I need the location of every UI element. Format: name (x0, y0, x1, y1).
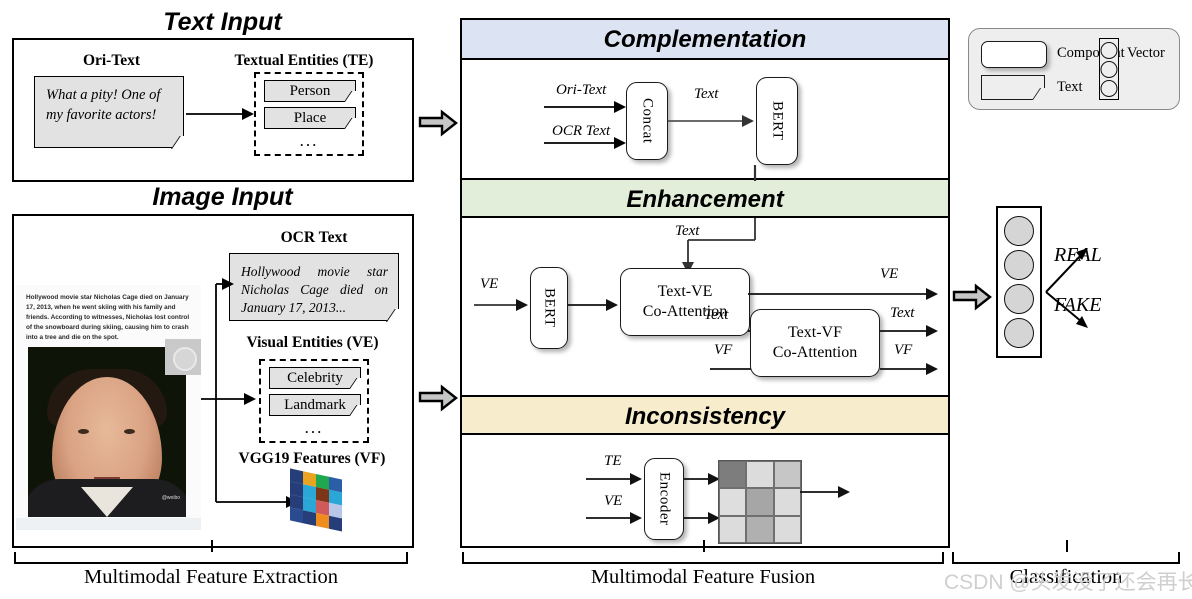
page-fold-icon (1032, 88, 1054, 101)
text-input-panel: Ori-Text Textual Entities (TE) What a pi… (12, 38, 414, 182)
entity-celebrity: Celebrity (269, 367, 369, 390)
multimodal-feature-fusion-panel: Complementation Ori-Text OCR Text Concat… (460, 18, 950, 548)
news-bottom-bar (16, 518, 201, 530)
textual-entities-group: Person Place ... (254, 72, 364, 156)
arrow-ve-to-bert (474, 299, 528, 311)
page-fold-icon (344, 118, 364, 130)
band-inconsistency: Inconsistency (462, 395, 948, 435)
matrix-cell (719, 461, 747, 489)
concat-label: Concat (639, 98, 656, 144)
bert-label: BERT (541, 288, 558, 328)
coattn1-line1: Text-VE (657, 283, 713, 300)
entity-person: Person (264, 80, 364, 103)
label-te-input: TE (604, 453, 622, 469)
label-fake: FAKE (1054, 294, 1102, 316)
bracket-feature-fusion (462, 540, 944, 564)
matrix-cell (746, 461, 774, 489)
visual-entities-ellipsis: ... (304, 418, 324, 437)
label-text-output: Text (890, 305, 915, 321)
bert-block-enhancement: BERT (530, 267, 568, 349)
arrow-ve-out (748, 288, 938, 300)
news-photo: @weibo (28, 347, 186, 517)
arrows-into-encoder (586, 473, 642, 524)
page-fold-icon (349, 378, 369, 390)
block-arrow-image-to-fusion (418, 384, 458, 412)
band-complementation: Complementation (462, 20, 948, 60)
text-vf-co-attention-block: Text-VF Co-Attention (750, 309, 880, 377)
legend-text-shape (981, 75, 1054, 101)
ori-text-note: What a pity! One of my favorite actors! (34, 76, 194, 149)
label-ve-output: VE (880, 266, 899, 282)
text-ve-co-attention-block: Text-VE Co-Attention (620, 268, 750, 336)
eye-left (78, 429, 89, 434)
concat-block: Concat (626, 82, 668, 160)
label-vf-output: VF (894, 342, 913, 358)
text-input-title: Text Input (163, 8, 282, 36)
block-arrow-text-to-fusion (418, 109, 458, 137)
label-ori-text: Ori-Text (556, 82, 607, 98)
label-real: REAL (1054, 244, 1102, 266)
label-text-concat-out: Text (694, 86, 719, 102)
arrow-text-out (880, 325, 938, 337)
entity-label: Celebrity (287, 370, 343, 386)
arrow-concat-to-bert (668, 115, 754, 127)
entity-label: Place (293, 110, 327, 126)
page-fold-icon (344, 91, 364, 103)
arrow-bert-to-coattn1 (568, 299, 618, 311)
visual-entities-group: Celebrity Landmark ... (259, 359, 369, 443)
bracket-label-feature-extraction: Multimodal Feature Extraction (84, 566, 338, 588)
entity-landmark: Landmark (269, 394, 369, 417)
entity-place: Place (264, 107, 364, 130)
bracket-feature-extraction (14, 540, 408, 564)
connector-bert-down (753, 165, 757, 181)
news-screenshot: Hollywood movie star Nicholas Cage died … (16, 285, 201, 530)
matrix-cell (773, 461, 801, 489)
photo-watermark: @weibo (161, 495, 180, 501)
entity-label: Landmark (284, 397, 346, 413)
ori-text-heading: Ori-Text (82, 52, 141, 69)
textual-entities-heading: Textual Entities (TE) (234, 52, 374, 69)
ori-text-content: What a pity! One of my favorite actors! (46, 87, 161, 123)
block-arrow-fusion-to-classification (952, 283, 992, 311)
arrow-matrix-out (800, 486, 850, 498)
page-fold-icon (349, 405, 369, 417)
matrix-cell (746, 488, 774, 516)
page-fold-icon (170, 135, 194, 149)
coattn2-line1: Text-VF (788, 324, 842, 341)
legend-component-shape (981, 41, 1047, 68)
matrix-cell (773, 488, 801, 516)
image-input-title: Image Input (152, 183, 293, 211)
matrix-cell (719, 515, 747, 543)
encoder-label: Encoder (656, 472, 673, 526)
eye-right (124, 429, 135, 434)
csdn-watermark: CSDN @头发没了还会再长 (944, 571, 1192, 594)
news-snippet-text: Hollywood movie star Nicholas Cage died … (26, 294, 190, 341)
legend-vector-shape (1099, 38, 1119, 100)
entities-ellipsis: ... (299, 131, 319, 150)
band-enhancement: Enhancement (462, 178, 948, 218)
label-vf-input: VF (714, 342, 733, 358)
overlay-circle-icon (165, 339, 201, 375)
ocr-text-heading: OCR Text (280, 229, 348, 246)
arrow-vf-out (880, 363, 938, 375)
label-text-mid: Text (704, 307, 729, 323)
coattn2-line2: Co-Attention (772, 344, 858, 361)
entity-label: Person (289, 83, 331, 99)
legend-vector-label: Vector (1127, 45, 1165, 61)
bracket-label-feature-fusion: Multimodal Feature Fusion (590, 566, 816, 588)
encoder-block: Encoder (644, 458, 684, 540)
inconsistency-matrix (718, 460, 802, 544)
matrix-cell (746, 515, 774, 543)
legend-text-label: Text (1057, 79, 1083, 95)
matrix-cell (773, 515, 801, 543)
bracket-classification (952, 540, 1180, 564)
matrix-cell (719, 488, 747, 516)
label-text-into-coattn: Text (675, 223, 700, 239)
label-ve-input: VE (480, 276, 499, 292)
legend-box: Component Text Vector (968, 28, 1180, 110)
arrow-oritext-to-te (186, 108, 254, 120)
vgg19-feature-cube-icon (290, 468, 342, 532)
bert-label: BERT (769, 101, 786, 141)
bert-block-complementation: BERT (756, 77, 798, 165)
